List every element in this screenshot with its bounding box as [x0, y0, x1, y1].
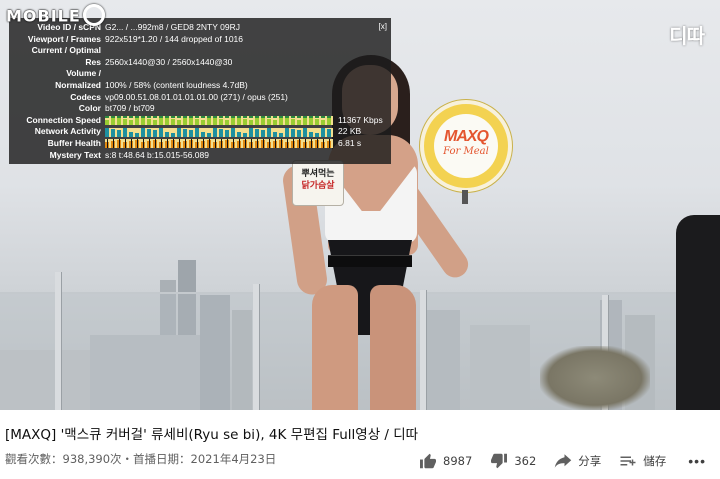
stats-activity-graph [105, 139, 333, 149]
graph-bars [105, 139, 331, 149]
bystander-figure [676, 215, 720, 410]
stats-value [105, 45, 385, 57]
fan-handle [462, 190, 468, 204]
tree [540, 346, 650, 410]
gear-icon [82, 4, 105, 26]
stats-graph-rows: Connection Speed 11367 Kbps Network Activi… [9, 115, 385, 150]
product-sign-card: 뿌셔먹는 닭가슴살 [292, 160, 344, 206]
stats-value: 22 KB [338, 126, 362, 137]
dislike-button[interactable]: 362 [490, 453, 536, 469]
stats-value: 100% / 58% (content loudness 4.7dB) [105, 79, 248, 90]
stats-key: Current / Optimal [31, 45, 101, 56]
stats-key: Volume / [66, 68, 101, 79]
stats-value: 2560x1440@30 / 2560x1440@30 [105, 56, 233, 67]
railing-post [55, 272, 62, 410]
stats-key: Color [78, 103, 101, 114]
stats-row-mystery: Mystery Text s:8 t:48.64 b:15.015-56.089 [9, 150, 385, 162]
stats-graph-row: Buffer Health 6.81 s [9, 138, 385, 150]
stats-close-button[interactable]: [x] [379, 21, 387, 33]
share-label: 分享 [578, 454, 602, 468]
stats-row: Res 2560x1440@30 / 2560x1440@30 [9, 57, 385, 69]
dislike-count: 362 [514, 454, 537, 468]
site-logo-text: MOBILE [6, 6, 81, 26]
stats-for-nerds-panel: [x] Video ID / sCPN G2... / ...992m8 / GE… [9, 18, 391, 164]
graph-bars [105, 116, 331, 126]
stats-row: Normalized 100% / 58% (content loudness 4… [9, 80, 385, 92]
stats-key: Res [85, 56, 101, 67]
video-title: [MAXQ] '맥스큐 커버걸' 류세비(Ryu se bi), 4K 무편집 … [5, 427, 419, 443]
more-actions-button[interactable]: ••• [688, 453, 706, 469]
railing-post [253, 284, 260, 410]
stats-graph-row: Network Activity 22 KB [9, 126, 385, 138]
sign-card-line2: 닭가슴살 [301, 180, 335, 190]
stats-value: vp09.00.51.08.01.01.01.01.00 (271) / opu… [105, 91, 288, 102]
stats-value: 11367 Kbps [338, 114, 383, 125]
stats-activity-graph [105, 127, 333, 137]
save-label: 儲存 [643, 454, 667, 468]
fan-inner: MAXQ For Meal [434, 114, 498, 178]
stats-key: Mystery Text [49, 149, 101, 160]
stats-row: Current / Optimal [9, 45, 385, 57]
stats-key: Viewport / Frames [27, 33, 101, 44]
stats-row: Color bt709 / bt709 [9, 103, 385, 115]
channel-watermark-logo: 디따 [669, 26, 705, 48]
stats-value: 922x519*1.20 / 144 dropped of 1016 [105, 33, 244, 44]
thumbs-down-icon [491, 453, 508, 469]
fan-brand-text: MAXQ [444, 128, 489, 145]
stats-row: Viewport / Frames 922x519*1.20 / 144 drop… [9, 34, 385, 46]
leg [312, 285, 358, 410]
playlist-add-icon [620, 456, 636, 466]
belt [328, 255, 412, 267]
stats-key: Normalized [55, 79, 101, 90]
page: 뿌셔먹는 닭가슴살 MAXQ For Meal 디따 [x] Video ID … [0, 0, 720, 479]
stats-key: Codecs [70, 91, 101, 102]
stats-key: Connection Speed [26, 114, 101, 125]
share-button[interactable]: 分享 [554, 453, 601, 469]
stats-graph-row: Connection Speed 11367 Kbps [9, 115, 385, 127]
save-button[interactable]: 儲存 [619, 453, 666, 469]
like-button[interactable]: 8987 [419, 453, 472, 469]
video-meta: 觀看次數：938,390次・首播日期：2021年4月23日 [5, 452, 277, 466]
stats-value: G2... / ...992m8 / GED8 2NTY 09RJ [105, 22, 240, 32]
stats-value: s:8 t:48.64 b:15.015-56.089 [105, 149, 209, 160]
stats-row: Volume / [9, 68, 385, 80]
leg [370, 285, 416, 410]
video-player[interactable]: 뿌셔먹는 닭가슴살 MAXQ For Meal 디따 [x] Video ID … [0, 0, 720, 410]
maxq-fan-sign: MAXQ For Meal [420, 100, 512, 192]
fan-sub-text: For Meal [443, 146, 489, 157]
thumbs-up-icon [420, 453, 437, 469]
stats-row: Codecs vp09.00.51.08.01.01.01.01.00 (271)… [9, 92, 385, 104]
share-icon [555, 454, 572, 468]
stats-rows: Video ID / sCPN G2... / ...992m8 / GED8 2… [9, 22, 385, 115]
stats-value [105, 68, 385, 80]
sign-card-line1: 뿌셔먹는 [301, 168, 335, 178]
stats-value: 6.81 s [338, 137, 362, 148]
like-count: 8987 [443, 454, 473, 468]
stats-value: bt709 / bt709 [105, 103, 155, 114]
site-watermark-logo: MOBILE [6, 4, 105, 28]
graph-bars [105, 127, 331, 137]
stats-key: Buffer Health [47, 137, 101, 148]
video-actions: 8987 362 分享 儲存 ••• [401, 451, 706, 471]
stats-activity-graph [105, 116, 333, 126]
stats-key: Network Activity [34, 126, 101, 137]
